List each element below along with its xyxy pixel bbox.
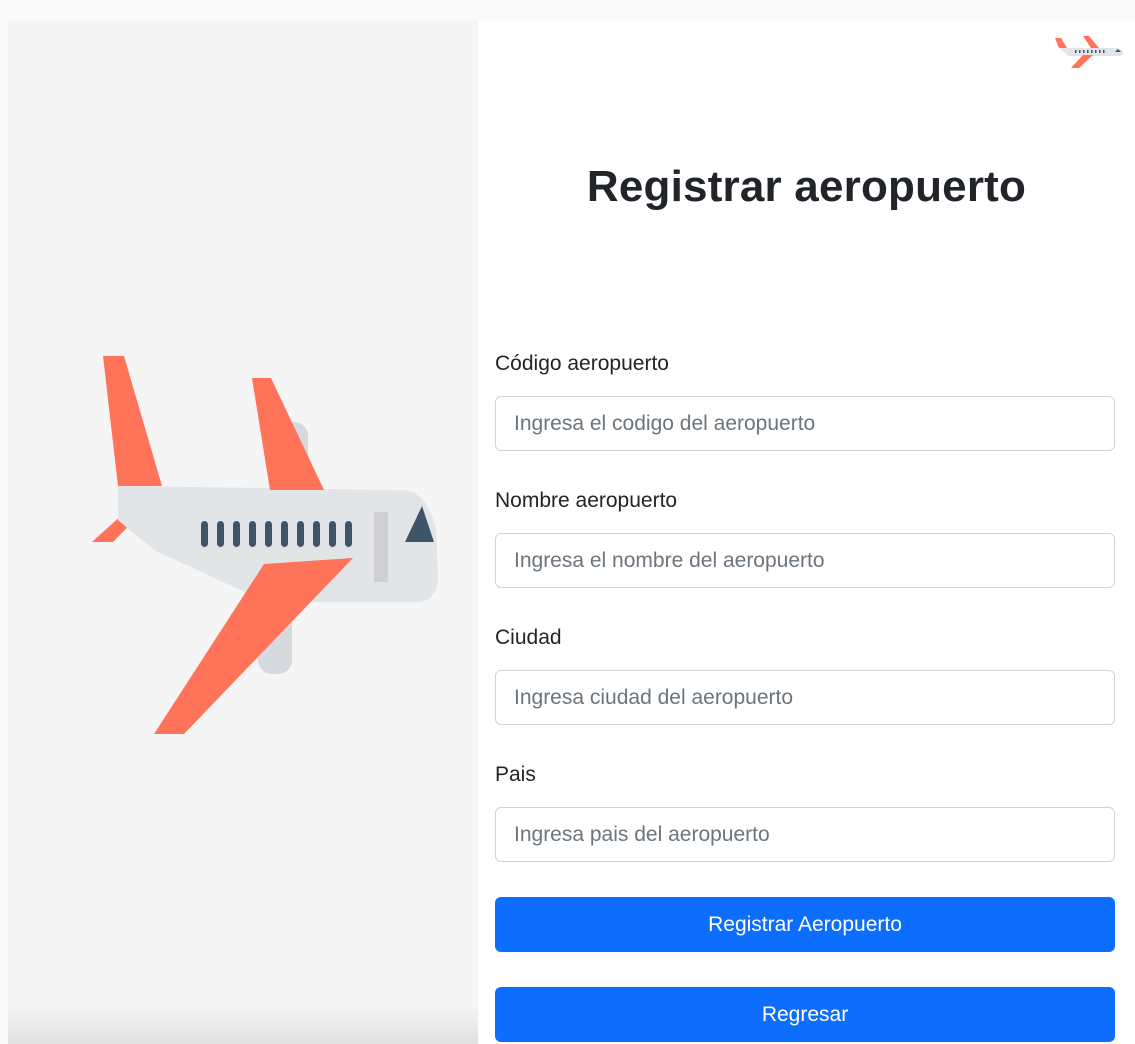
page-title: Registrar aeropuerto — [586, 162, 1027, 211]
panel-shade — [8, 1004, 478, 1044]
field-nombre: Nombre aeropuerto — [495, 487, 1115, 588]
field-ciudad: Ciudad — [495, 624, 1115, 725]
codigo-input[interactable] — [495, 396, 1115, 451]
pais-label: Pais — [495, 763, 536, 786]
app-frame: Registrar aeropuerto Código aeropuerto N… — [8, 20, 1135, 1044]
register-airport-button[interactable]: Registrar Aeropuerto — [495, 897, 1115, 952]
airport-form: Código aeropuerto Nombre aeropuerto Ciud… — [495, 350, 1115, 862]
field-pais: Pais — [495, 761, 1115, 862]
back-button[interactable]: Regresar — [495, 987, 1115, 1042]
illustration-panel — [8, 20, 478, 1044]
nombre-input[interactable] — [495, 533, 1115, 588]
field-codigo: Código aeropuerto — [495, 350, 1115, 451]
nombre-label: Nombre aeropuerto — [495, 489, 678, 512]
pais-input[interactable] — [495, 807, 1115, 862]
airplane-illustration — [92, 356, 438, 734]
airplane-logo-icon — [1055, 36, 1123, 68]
form-panel: Registrar aeropuerto Código aeropuerto N… — [478, 20, 1135, 1044]
ciudad-input[interactable] — [495, 670, 1115, 725]
codigo-label: Código aeropuerto — [495, 352, 669, 375]
ciudad-label: Ciudad — [495, 626, 562, 649]
